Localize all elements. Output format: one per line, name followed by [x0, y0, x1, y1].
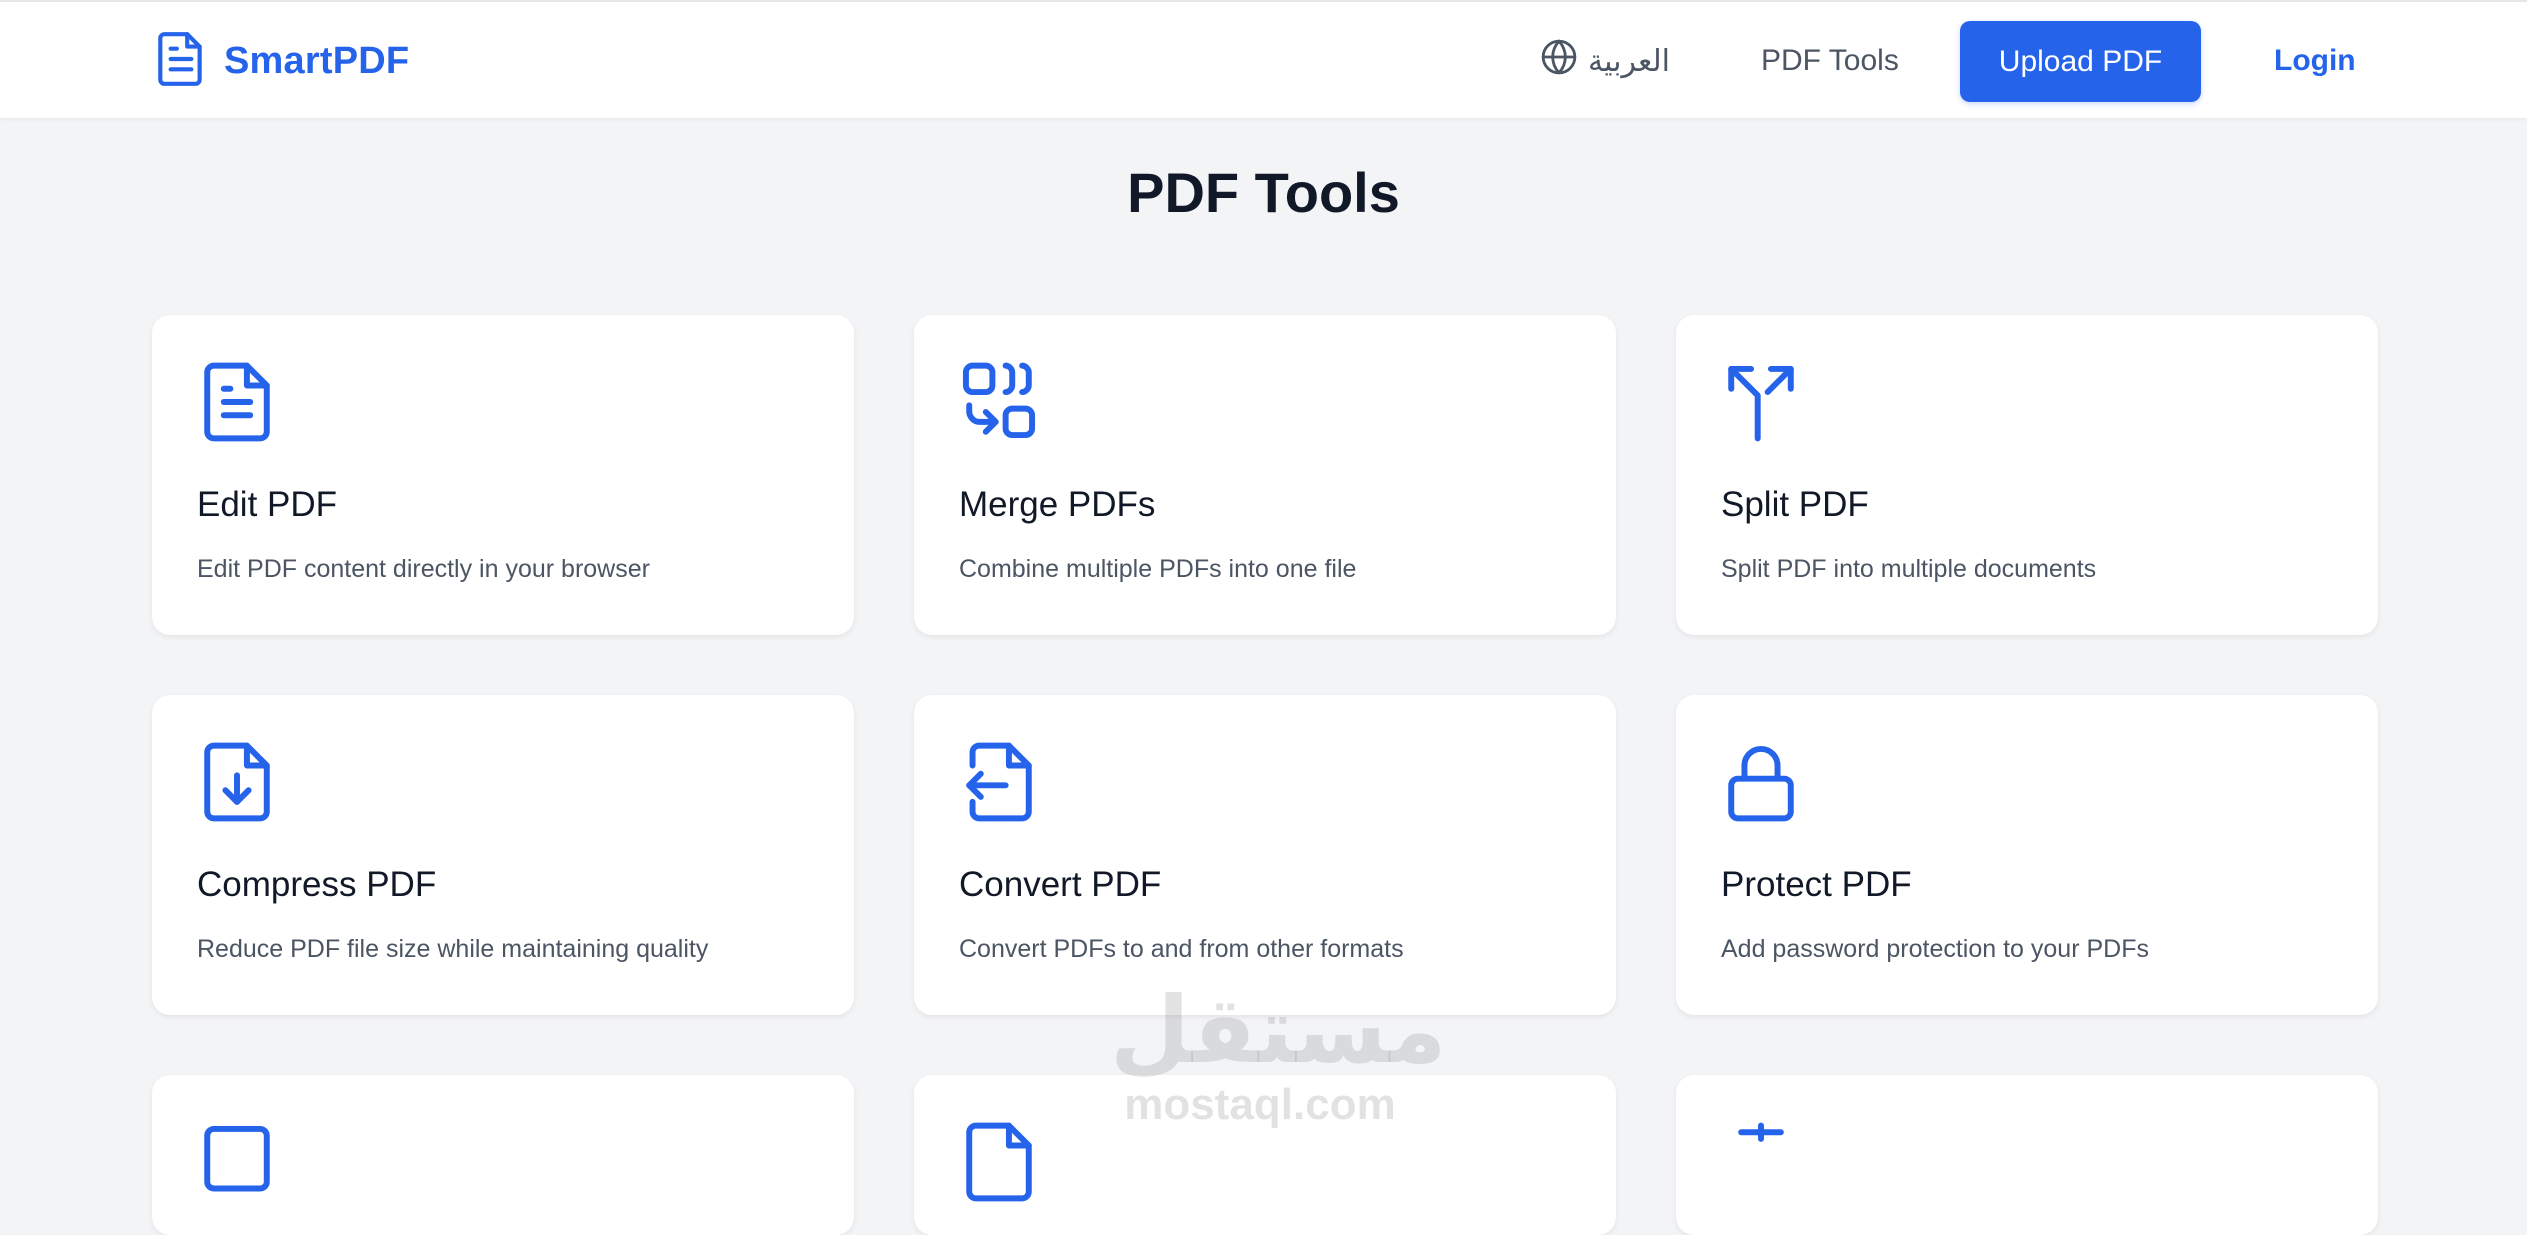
lock-icon	[1721, 739, 2332, 825]
page-title: PDF Tools	[1127, 161, 1400, 224]
top-navigation-bar: SmartPDF العربية PDF Tools Upload PDF Lo…	[0, 0, 2527, 118]
language-label: العربية	[1588, 44, 1670, 78]
text-icon	[1721, 1119, 2332, 1205]
tools-grid: Edit PDF Edit PDF content directly in yo…	[152, 315, 2378, 1235]
merge-icon	[959, 359, 1570, 445]
tool-card-merge-pdfs[interactable]: Merge PDFs Combine multiple PDFs into on…	[914, 315, 1616, 635]
split-icon	[1721, 359, 2332, 445]
tool-card-protect-pdf[interactable]: Protect PDF Add password protection to y…	[1676, 695, 2378, 1015]
tool-card-convert-pdf[interactable]: Convert PDF Convert PDFs to and from oth…	[914, 695, 1616, 1015]
tool-description: Convert PDFs to and from other formats	[959, 935, 1404, 963]
tool-card-split-pdf[interactable]: Split PDF Split PDF into multiple docume…	[1676, 315, 2378, 635]
window-icon	[197, 1119, 808, 1205]
brand-name: SmartPDF	[224, 40, 410, 82]
tool-title: Convert PDF	[959, 865, 1162, 904]
tool-title: Split PDF	[1721, 485, 1869, 524]
tool-title: Protect PDF	[1721, 865, 1912, 904]
tool-card-edit-pdf[interactable]: Edit PDF Edit PDF content directly in yo…	[152, 315, 854, 635]
tool-description: Split PDF into multiple documents	[1721, 555, 2097, 583]
tool-description: Reduce PDF file size while maintaining q…	[197, 935, 709, 963]
tool-description: Edit PDF content directly in your browse…	[197, 555, 650, 583]
nav-link-pdf-tools[interactable]: PDF Tools	[1761, 44, 1899, 78]
tool-card-compress-pdf[interactable]: Compress PDF Reduce PDF file size while …	[152, 695, 854, 1015]
tool-title: Merge PDFs	[959, 485, 1156, 524]
tool-title: Edit PDF	[197, 485, 338, 524]
tool-description: Add password protection to your PDFs	[1721, 935, 2149, 963]
language-switch[interactable]: العربية	[1540, 38, 1670, 84]
document-icon	[156, 30, 206, 93]
globe-icon	[1540, 38, 1588, 84]
file-convert-icon	[959, 739, 1570, 825]
tool-card-partial[interactable]	[914, 1075, 1616, 1235]
tool-title: Compress PDF	[197, 865, 437, 904]
login-link[interactable]: Login	[2274, 44, 2356, 78]
tool-card-partial[interactable]	[1676, 1075, 2378, 1235]
tool-card-partial[interactable]	[152, 1075, 854, 1235]
file-text-icon	[197, 359, 808, 445]
file-download-icon	[197, 739, 808, 825]
brand-logo[interactable]: SmartPDF	[156, 30, 409, 93]
upload-pdf-button[interactable]: Upload PDF	[1960, 21, 2201, 102]
tool-description: Combine multiple PDFs into one file	[959, 555, 1357, 583]
file-icon	[959, 1119, 1570, 1205]
